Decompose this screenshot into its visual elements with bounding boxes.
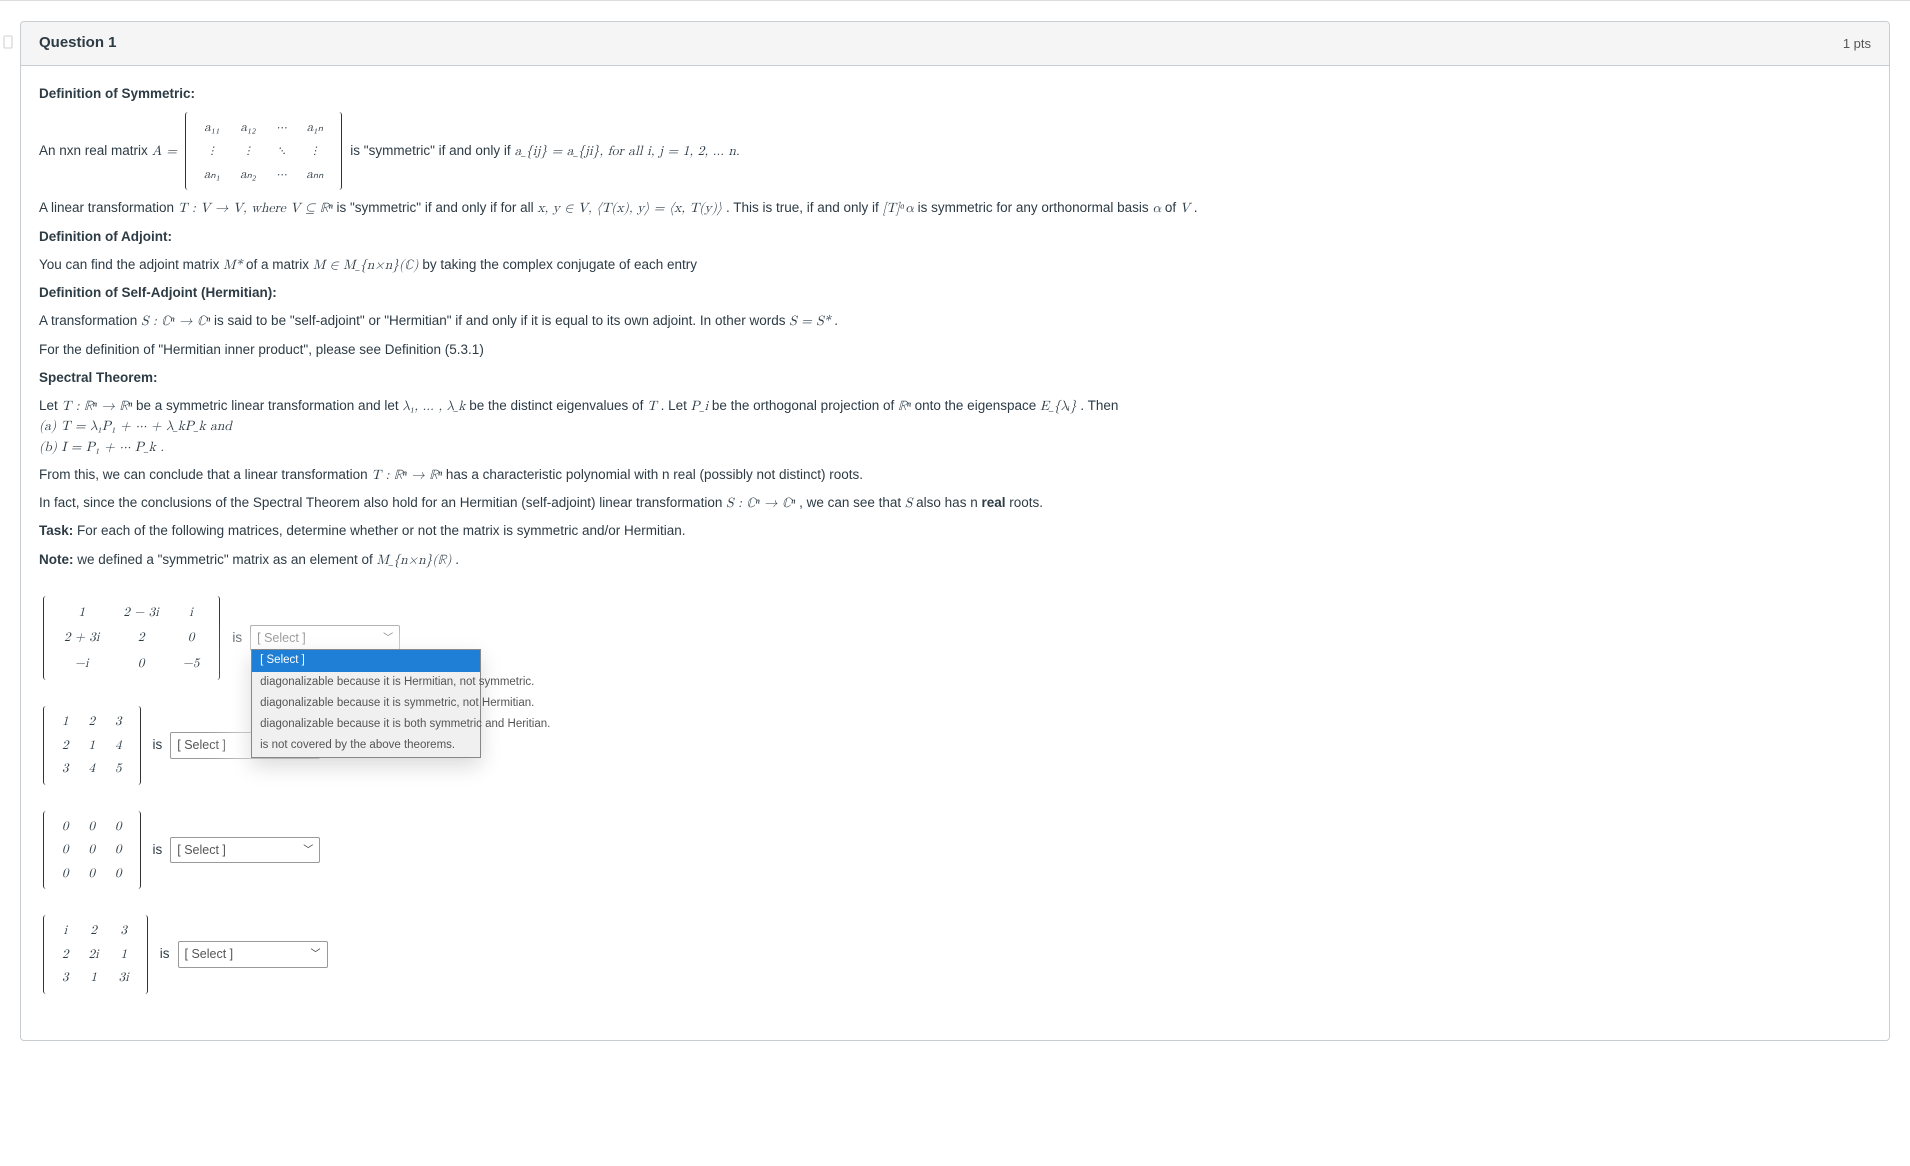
chevron-down-icon: ﹀ xyxy=(311,947,321,962)
question-title: Question 1 xyxy=(39,32,117,55)
select-4-value: [ Select ] xyxy=(185,945,234,964)
selfadjoint-text: A transformation S : ℂⁿ → ℂⁿ is said to … xyxy=(39,311,1871,331)
spectral-a: (a) T = λ₁P₁ + ··· + λ_kP_k and xyxy=(39,419,232,433)
select-1[interactable]: [ Select ] ﹀ [ Select ] diagonalizable b… xyxy=(250,625,400,652)
symmetric-cond-text: is "symmetric" if and only if xyxy=(350,141,510,161)
from-this: From this, we can conclude that a linear… xyxy=(39,465,1871,485)
task-line: Task: For each of the following matrices… xyxy=(39,521,1871,541)
adjoint-text: You can find the adjoint matrix M* of a … xyxy=(39,255,1871,275)
def-adjoint-heading: Definition of Adjoint: xyxy=(39,229,172,244)
answer-row-1: 12 − 3ii 2 + 3i20 −i0−5 is [ Select ] ﹀ … xyxy=(39,596,1871,681)
matrix-2: 123 214 345 xyxy=(43,706,141,785)
matrix-1: 12 − 3ii 2 + 3i20 −i0−5 xyxy=(43,596,220,681)
dropdown-option[interactable]: diagonalizable because it is both symmet… xyxy=(252,714,480,735)
select-1-dropdown: [ Select ] diagonalizable because it is … xyxy=(251,649,481,757)
chevron-down-icon: ﹀ xyxy=(303,843,313,858)
nxn-prefix: An nxn real matrix xyxy=(39,141,148,161)
def-selfadjoint-heading: Definition of Self-Adjoint (Hermitian): xyxy=(39,285,277,300)
spectral-heading: Spectral Theorem: xyxy=(39,370,158,385)
question-status-icon xyxy=(0,30,18,54)
matrix-3: 000 000 000 xyxy=(43,811,141,890)
select-3[interactable]: [ Select ] ﹀ xyxy=(170,837,320,864)
is-label-2: is xyxy=(153,735,163,755)
chevron-down-icon: ﹀ xyxy=(383,631,393,646)
A-equals: A = xyxy=(152,141,177,161)
answer-row-3: 000 000 000 is [ Select ] ﹀ xyxy=(39,811,1871,890)
select-3-value: [ Select ] xyxy=(177,841,226,860)
matrix-4: i23 22i1 313i xyxy=(43,915,148,994)
generic-matrix-A: a₁₁a₁₂⋯a₁ₙ ⋮⋮⋱⋮ aₙ₁aₙ₂⋯aₙₙ xyxy=(185,112,342,191)
spectral-b: (b) I = P₁ + ··· P_k . xyxy=(39,440,164,454)
is-label-1: is xyxy=(232,628,242,648)
is-label-4: is xyxy=(160,944,170,964)
note-line: Note: we defined a "symmetric" matrix as… xyxy=(39,550,1871,570)
select-1-value: [ Select ] xyxy=(257,629,306,648)
dropdown-option[interactable]: is not covered by the above theorems. xyxy=(252,735,480,756)
aij-eq-aji: a_{ij} = a_{ji}, for all i, j = 1, 2, … … xyxy=(515,141,740,161)
def-symmetric-heading: Definition of Symmetric: xyxy=(39,86,195,101)
in-fact: In fact, since the conclusions of the Sp… xyxy=(39,493,1871,513)
top-divider xyxy=(0,0,1910,1)
matrix-A-definition: An nxn real matrix A = a₁₁a₁₂⋯a₁ₙ ⋮⋮⋱⋮ a… xyxy=(39,112,1871,191)
question-body: Definition of Symmetric: An nxn real mat… xyxy=(21,66,1889,1040)
answer-row-4: i23 22i1 313i is [ Select ] ﹀ xyxy=(39,915,1871,994)
dropdown-option[interactable]: [ Select ] xyxy=(252,650,480,671)
dropdown-option[interactable]: diagonalizable because it is Hermitian, … xyxy=(252,672,480,693)
select-2-value: [ Select ] xyxy=(177,736,226,755)
question-header: Question 1 1 pts xyxy=(21,22,1889,66)
dropdown-option[interactable]: diagonalizable because it is symmetric, … xyxy=(252,693,480,714)
question-points: 1 pts xyxy=(1843,34,1871,54)
hermitian-ref: For the definition of "Hermitian inner p… xyxy=(39,340,1871,360)
question-card: Question 1 1 pts Definition of Symmetric… xyxy=(20,21,1890,1041)
spectral-statement: Let T : ℝⁿ → ℝⁿ be a symmetric linear tr… xyxy=(39,396,1871,457)
is-label-3: is xyxy=(153,840,163,860)
linear-transformation-def: A linear transformation T : V → V, where… xyxy=(39,198,1871,218)
select-4[interactable]: [ Select ] ﹀ xyxy=(178,941,328,968)
